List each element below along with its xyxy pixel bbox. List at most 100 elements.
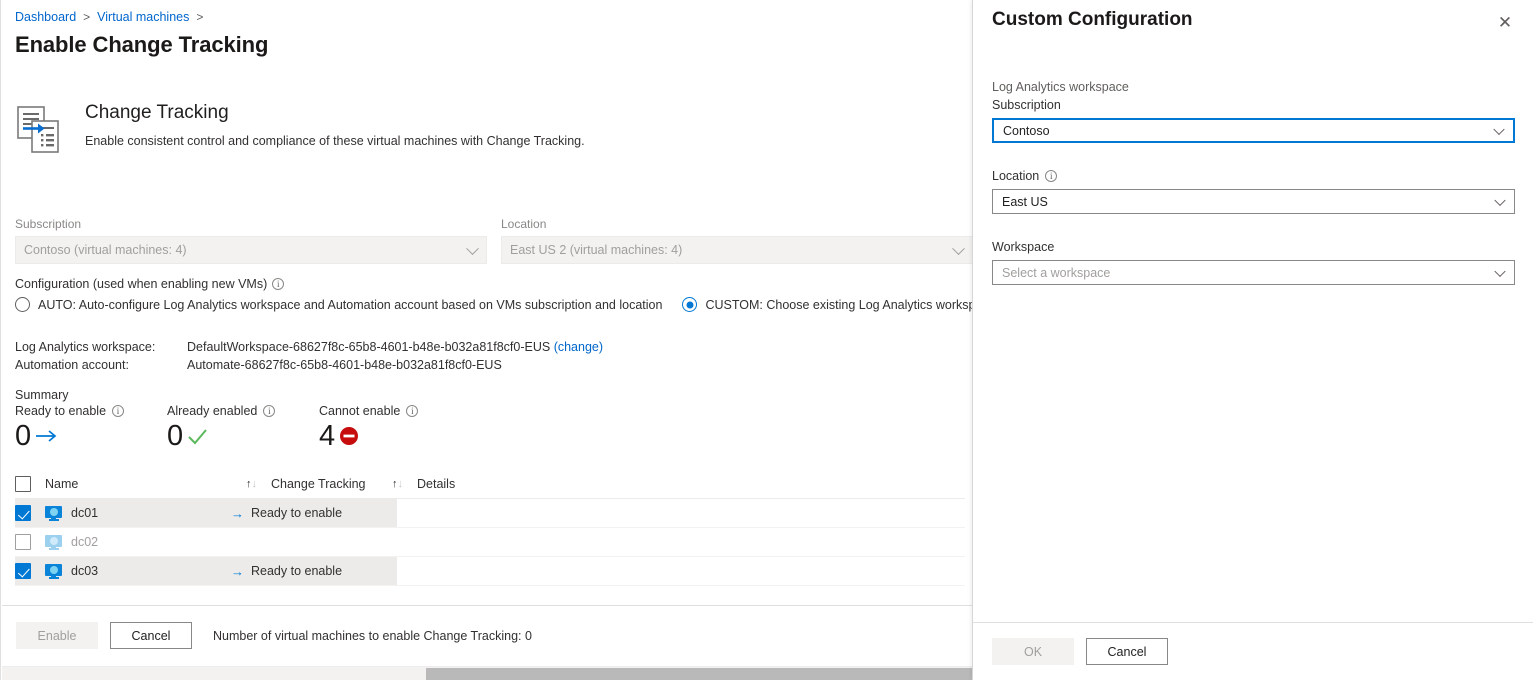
enable-button[interactable]: Enable	[16, 622, 98, 649]
row-name-cell: dc01	[45, 505, 231, 521]
summary-cannot-value: 4	[319, 420, 336, 452]
chevron-down-icon	[1494, 265, 1506, 277]
radio-option-auto[interactable]: AUTO: Auto-configure Log Analytics works…	[15, 297, 662, 312]
blocked-icon	[340, 427, 359, 445]
row-vm-name: dc02	[71, 535, 99, 549]
configuration-label: Configuration (used when enabling new VM…	[15, 277, 972, 291]
close-icon[interactable]: ✕	[1493, 11, 1517, 35]
sort-descending-icon: ↓	[251, 478, 257, 490]
virtual-machines-table: Name ↑ ↓ Change Tracking ↑ ↓ Details dc0…	[15, 470, 965, 586]
hero-block: Change Tracking Enable consistent contro…	[15, 100, 585, 156]
location-select-value: East US	[1002, 194, 1048, 209]
summary-cannot-label: Cannot enable	[319, 404, 401, 418]
panel-subscription-label-text: Subscription	[992, 98, 1061, 112]
info-icon[interactable]: i	[112, 405, 125, 417]
footer-note: Number of virtual machines to enable Cha…	[213, 628, 532, 643]
automation-account-row: Automation account: Automate-68627f8c-65…	[15, 356, 603, 374]
panel-workspace-label-text: Workspace	[992, 240, 1055, 254]
subscription-select[interactable]: Contoso	[992, 118, 1515, 143]
panel-cancel-button[interactable]: Cancel	[1086, 638, 1168, 665]
row-select-cell	[15, 563, 45, 579]
column-header-name[interactable]: Name	[45, 477, 231, 491]
arrow-right-icon: →	[231, 505, 244, 521]
workspace-info: Log Analytics workspace: DefaultWorkspac…	[15, 338, 603, 374]
check-icon	[188, 429, 207, 445]
row-checkbox[interactable]	[15, 534, 31, 550]
radio-custom-label: CUSTOM: Choose existing Log Analytics wo…	[705, 297, 972, 312]
configuration-block: Configuration (used when enabling new VM…	[15, 277, 972, 312]
workspace-info-row: Log Analytics workspace: DefaultWorkspac…	[15, 338, 603, 356]
enable-change-tracking-blade: Dashboard > Virtual machines > Enable Ch…	[0, 0, 972, 680]
info-icon[interactable]: i	[272, 278, 285, 290]
summary-title: Summary	[15, 388, 69, 402]
row-vm-name: dc01	[71, 506, 99, 520]
location-filter-select[interactable]: East US 2 (virtual machines: 4)	[501, 236, 972, 264]
scrollbar-thumb[interactable]	[426, 668, 972, 680]
row-status-text: Ready to enable	[251, 506, 343, 520]
panel-field-location: Location i East US	[992, 167, 1515, 214]
change-workspace-link[interactable]: (change)	[554, 340, 603, 354]
location-select[interactable]: East US	[992, 189, 1515, 214]
panel-subscription-label: Subscription	[992, 96, 1515, 114]
row-change-tracking-cell: → Ready to enable	[231, 506, 377, 521]
sort-ascending-icon: ↑	[392, 478, 397, 490]
chevron-down-icon	[952, 242, 965, 256]
info-icon[interactable]: i	[1045, 170, 1058, 182]
panel-field-subscription: Subscription Contoso	[992, 96, 1515, 143]
row-vm-name: dc03	[71, 564, 99, 578]
breadcrumb-separator-icon-2: >	[196, 10, 204, 24]
configuration-label-text: Configuration (used when enabling new VM…	[15, 277, 268, 291]
subscription-filter-select[interactable]: Contoso (virtual machines: 4)	[15, 236, 487, 264]
panel-group-label: Log Analytics workspace	[992, 80, 1129, 94]
sort-ascending-icon: ↑	[246, 478, 251, 490]
arrow-right-icon	[36, 430, 57, 442]
subscription-filter: Subscription Contoso (virtual machines: …	[15, 216, 487, 264]
column-header-change-tracking[interactable]: Change Tracking	[271, 477, 377, 491]
blade-footer: Enable Cancel Number of virtual machines…	[2, 605, 972, 665]
table-row[interactable]: dc03 → Ready to enable	[15, 557, 965, 586]
panel-body: Log Analytics workspace Subscription Con…	[992, 78, 1515, 297]
hero-title: Change Tracking	[85, 102, 229, 123]
cancel-button[interactable]: Cancel	[110, 622, 192, 649]
radio-custom-indicator	[682, 297, 698, 312]
summary-already-value-row: 0	[167, 419, 319, 453]
summary-ready-label: Ready to enable	[15, 404, 107, 418]
column-header-change-tracking-label: Change Tracking	[271, 477, 366, 491]
table-row[interactable]: dc01 → Ready to enable	[15, 499, 965, 528]
custom-configuration-panel: Custom Configuration ✕ Log Analytics wor…	[972, 0, 1533, 680]
select-all-cell	[15, 476, 45, 492]
summary-cannot-value-row: 4	[319, 419, 471, 453]
select-all-checkbox[interactable]	[15, 476, 31, 492]
horizontal-scrollbar[interactable]	[2, 666, 972, 680]
sort-toggle-change-tracking[interactable]: ↑ ↓	[377, 478, 417, 490]
breadcrumb-item-virtual-machines[interactable]: Virtual machines	[97, 9, 189, 25]
chevron-down-icon	[1493, 123, 1505, 135]
summary-cards: Ready to enable i 0 Already enabled i 0 …	[15, 404, 471, 453]
info-icon[interactable]: i	[406, 405, 419, 417]
summary-section: Summary Ready to enable i 0 Already enab…	[15, 388, 471, 453]
page-title: Enable Change Tracking	[15, 32, 269, 57]
panel-location-label-text: Location	[992, 169, 1040, 183]
panel-workspace-label: Workspace	[992, 238, 1515, 256]
workspace-select[interactable]: Select a workspace	[992, 260, 1515, 285]
log-analytics-workspace-text: DefaultWorkspace-68627f8c-65b8-4601-b48e…	[187, 340, 551, 354]
log-analytics-workspace-value: DefaultWorkspace-68627f8c-65b8-4601-b48e…	[187, 338, 603, 356]
hero-subtitle: Enable consistent control and compliance…	[85, 134, 585, 148]
panel-ok-button[interactable]: OK	[992, 638, 1074, 665]
column-header-details-label: Details	[417, 477, 456, 491]
chevron-down-icon	[1494, 194, 1506, 206]
location-filter-label: Location	[501, 217, 547, 231]
summary-already-label-row: Already enabled i	[167, 404, 319, 418]
subscription-select-value: Contoso	[1003, 123, 1050, 138]
sort-toggle-name[interactable]: ↑ ↓	[231, 478, 271, 490]
radio-option-custom[interactable]: CUSTOM: Choose existing Log Analytics wo…	[682, 297, 972, 312]
breadcrumb-item-dashboard[interactable]: Dashboard	[15, 9, 76, 25]
virtual-machine-icon	[45, 563, 62, 579]
row-checkbox[interactable]	[15, 505, 31, 521]
table-row[interactable]: dc02	[15, 528, 965, 557]
log-analytics-workspace-label: Log Analytics workspace:	[15, 340, 156, 354]
info-icon[interactable]: i	[263, 405, 276, 417]
row-checkbox[interactable]	[15, 563, 31, 579]
summary-already-label: Already enabled	[167, 404, 258, 418]
row-change-tracking-cell: → Ready to enable	[231, 564, 377, 579]
